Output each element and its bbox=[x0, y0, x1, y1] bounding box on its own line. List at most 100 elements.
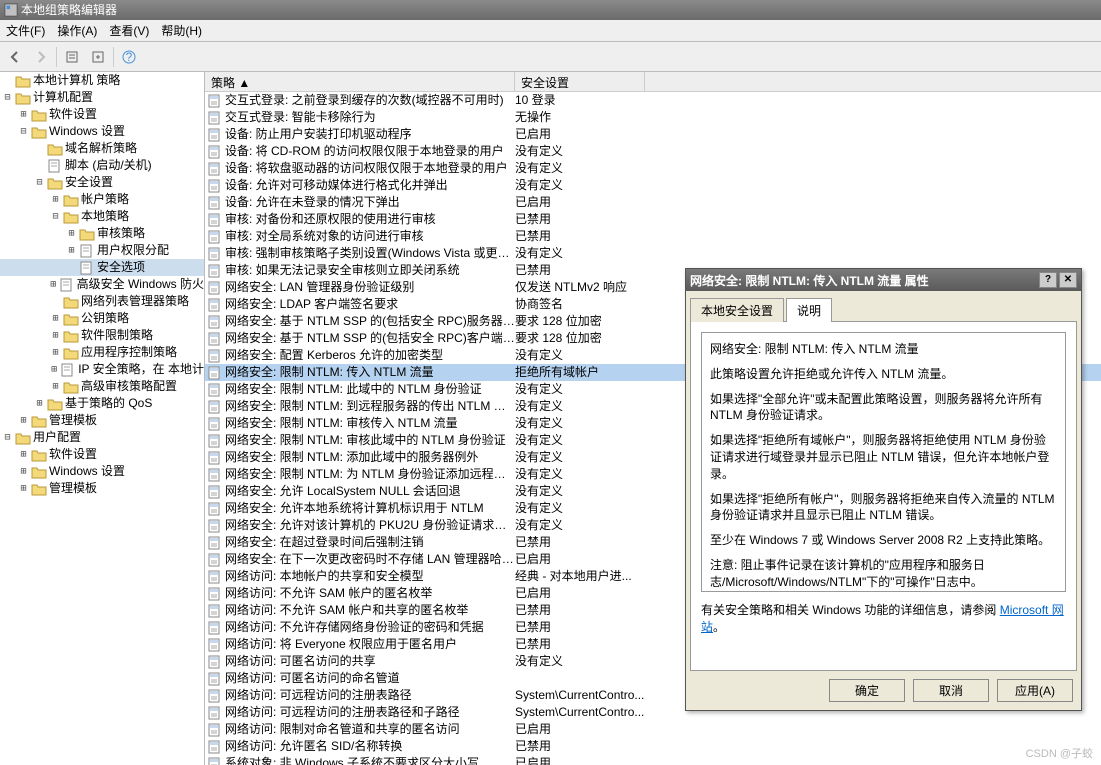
expand-icon[interactable]: ⊞ bbox=[18, 412, 29, 429]
expand-icon[interactable]: ⊞ bbox=[34, 395, 45, 412]
tree-node[interactable]: ⊞软件设置 bbox=[0, 106, 204, 123]
back-button[interactable] bbox=[4, 46, 26, 68]
policy-name: 网络安全: 允许对该计算机的 PKU2U 身份验证请求使用联... bbox=[225, 517, 515, 534]
folder-icon bbox=[79, 261, 95, 275]
expand-icon[interactable]: ⊞ bbox=[66, 225, 77, 242]
expand-icon[interactable]: ⊞ bbox=[50, 361, 58, 378]
policy-row[interactable]: 审核: 强制审核策略子类别设置(Windows Vista 或更高版...没有定… bbox=[205, 245, 1101, 262]
policy-row[interactable]: 设备: 将 CD-ROM 的访问权限仅限于本地登录的用户没有定义 bbox=[205, 143, 1101, 160]
menu-view[interactable]: 查看(V) bbox=[109, 22, 149, 39]
policy-icon bbox=[207, 162, 223, 176]
explain-p2: 如果选择"全部允许"或未配置此策略设置，则服务器将允许所有 NTLM 身份验证请… bbox=[710, 391, 1057, 425]
expand-icon[interactable]: ⊞ bbox=[50, 191, 61, 208]
expand-icon[interactable]: ⊞ bbox=[18, 463, 29, 480]
tab-explain[interactable]: 说明 bbox=[786, 298, 832, 322]
policy-name: 网络安全: 基于 NTLM SSP 的(包括安全 RPC)服务器的最... bbox=[225, 313, 515, 330]
tree-node[interactable]: 安全选项 bbox=[0, 259, 204, 276]
policy-row[interactable]: 审核: 对全局系统对象的访问进行审核已禁用 bbox=[205, 228, 1101, 245]
tree-node[interactable]: 网络列表管理器策略 bbox=[0, 293, 204, 310]
expand-icon[interactable]: ⊟ bbox=[2, 89, 13, 106]
policy-setting: 没有定义 bbox=[515, 653, 655, 670]
properties-button[interactable] bbox=[61, 46, 83, 68]
menu-file[interactable]: 文件(F) bbox=[6, 22, 45, 39]
expand-icon[interactable]: ⊞ bbox=[50, 327, 61, 344]
policy-row[interactable]: 设备: 允许对可移动媒体进行格式化并弹出没有定义 bbox=[205, 177, 1101, 194]
expand-icon[interactable]: ⊞ bbox=[50, 378, 61, 395]
expand-icon[interactable]: ⊞ bbox=[18, 446, 29, 463]
tree-node[interactable]: ⊟本地策略 bbox=[0, 208, 204, 225]
tree-node[interactable]: 脚本 (启动/关机) bbox=[0, 157, 204, 174]
policy-row[interactable]: 交互式登录: 智能卡移除行为无操作 bbox=[205, 109, 1101, 126]
tree-node[interactable]: ⊞软件限制策略 bbox=[0, 327, 204, 344]
policy-row[interactable]: 网络访问: 限制对命名管道和共享的匿名访问已启用 bbox=[205, 721, 1101, 738]
menu-action[interactable]: 操作(A) bbox=[57, 22, 97, 39]
policy-setting: 已禁用 bbox=[515, 602, 655, 619]
tree-node[interactable]: ⊞应用程序控制策略 bbox=[0, 344, 204, 361]
tree-node[interactable]: ⊞Windows 设置 bbox=[0, 463, 204, 480]
tree-node[interactable]: ⊞公钥策略 bbox=[0, 310, 204, 327]
tree-node[interactable]: 域名解析策略 bbox=[0, 140, 204, 157]
forward-button[interactable] bbox=[30, 46, 52, 68]
policy-row[interactable]: 设备: 允许在未登录的情况下弹出已启用 bbox=[205, 194, 1101, 211]
explain-p5: 至少在 Windows 7 或 Windows Server 2008 R2 上… bbox=[710, 532, 1057, 549]
tree-node[interactable]: ⊟用户配置 bbox=[0, 429, 204, 446]
tree-node[interactable]: ⊞审核策略 bbox=[0, 225, 204, 242]
tree-node[interactable]: ⊟Windows 设置 bbox=[0, 123, 204, 140]
help-icon[interactable]: ? bbox=[1039, 272, 1057, 288]
expand-icon[interactable]: ⊟ bbox=[34, 174, 45, 191]
tree-pane[interactable]: 本地计算机 策略⊟计算机配置⊞软件设置⊟Windows 设置域名解析策略脚本 (… bbox=[0, 72, 205, 765]
policy-row[interactable]: 审核: 对备份和还原权限的使用进行审核已禁用 bbox=[205, 211, 1101, 228]
policy-setting: 协商签名 bbox=[515, 296, 655, 313]
expand-icon[interactable]: ⊟ bbox=[2, 429, 13, 446]
menu-help[interactable]: 帮助(H) bbox=[161, 22, 202, 39]
expand-icon[interactable]: ⊞ bbox=[18, 480, 29, 497]
tree-node[interactable]: ⊞ 高级审核策略配置 bbox=[0, 378, 204, 395]
export-button[interactable] bbox=[87, 46, 109, 68]
explain-p4: 如果选择"拒绝所有帐户"，则服务器将拒绝来自传入流量的 NTLM 身份验证请求并… bbox=[710, 491, 1057, 525]
apply-button[interactable]: 应用(A) bbox=[997, 679, 1073, 702]
tree-node[interactable]: ⊞IP 安全策略，在 本地计 bbox=[0, 361, 204, 378]
tree-node[interactable]: ⊞软件设置 bbox=[0, 446, 204, 463]
tree-node[interactable]: ⊞管理模板 bbox=[0, 412, 204, 429]
policy-name: 审核: 对备份和还原权限的使用进行审核 bbox=[225, 211, 515, 228]
policy-setting: 没有定义 bbox=[515, 432, 655, 449]
expand-icon[interactable]: ⊞ bbox=[50, 344, 61, 361]
policy-icon bbox=[207, 553, 223, 567]
tree-node[interactable]: ⊞基于策略的 QoS bbox=[0, 395, 204, 412]
tree-node[interactable]: ⊟计算机配置 bbox=[0, 89, 204, 106]
policy-name: 网络安全: LAN 管理器身份验证级别 bbox=[225, 279, 515, 296]
policy-icon bbox=[207, 723, 223, 737]
expand-icon[interactable]: ⊞ bbox=[18, 106, 29, 123]
close-icon[interactable]: ✕ bbox=[1059, 272, 1077, 288]
cancel-button[interactable]: 取消 bbox=[913, 679, 989, 702]
policy-name: 网络访问: 允许匿名 SID/名称转换 bbox=[225, 738, 515, 755]
policy-row[interactable]: 交互式登录: 之前登录到缓存的次数(域控器不可用时)10 登录 bbox=[205, 92, 1101, 109]
footnote-text: 有关安全策略和相关 Windows 功能的详细信息，请参阅 bbox=[701, 603, 996, 617]
tree-node[interactable]: ⊞高级安全 Windows 防火 bbox=[0, 276, 204, 293]
expand-icon[interactable]: ⊞ bbox=[50, 310, 61, 327]
policy-row[interactable]: 系统对象: 非 Windows 子系统不要求区分大小写已启用 bbox=[205, 755, 1101, 765]
column-setting[interactable]: 安全设置 bbox=[515, 72, 645, 91]
tab-local-security[interactable]: 本地安全设置 bbox=[690, 298, 784, 322]
dialog-titlebar[interactable]: 网络安全: 限制 NTLM: 传入 NTLM 流量 属性 ? ✕ bbox=[686, 269, 1081, 291]
expand-icon[interactable]: ⊞ bbox=[50, 276, 57, 293]
policy-row[interactable]: 设备: 将软盘驱动器的访问权限仅限于本地登录的用户没有定义 bbox=[205, 160, 1101, 177]
tree-node[interactable]: ⊟安全设置 bbox=[0, 174, 204, 191]
policy-row[interactable]: 设备: 防止用户安装打印机驱动程序已启用 bbox=[205, 126, 1101, 143]
expand-icon[interactable]: ⊞ bbox=[66, 242, 77, 259]
folder-icon bbox=[63, 312, 79, 326]
column-policy[interactable]: 策略 ▲ bbox=[205, 72, 515, 91]
help-button[interactable]: ? bbox=[118, 46, 140, 68]
folder-icon bbox=[47, 176, 63, 190]
dialog-title: 网络安全: 限制 NTLM: 传入 NTLM 流量 属性 bbox=[690, 272, 929, 289]
policy-row[interactable]: 网络访问: 允许匿名 SID/名称转换已禁用 bbox=[205, 738, 1101, 755]
policy-icon bbox=[207, 485, 223, 499]
ok-button[interactable]: 确定 bbox=[829, 679, 905, 702]
tree-node[interactable]: ⊞帐户策略 bbox=[0, 191, 204, 208]
expand-icon[interactable]: ⊟ bbox=[18, 123, 29, 140]
expand-icon[interactable]: ⊟ bbox=[50, 208, 61, 225]
tree-node[interactable]: ⊞用户权限分配 bbox=[0, 242, 204, 259]
tree-node[interactable]: 本地计算机 策略 bbox=[0, 72, 204, 89]
tree-node[interactable]: ⊞管理模板 bbox=[0, 480, 204, 497]
tree-label: 高级审核策略配置 bbox=[81, 378, 177, 395]
